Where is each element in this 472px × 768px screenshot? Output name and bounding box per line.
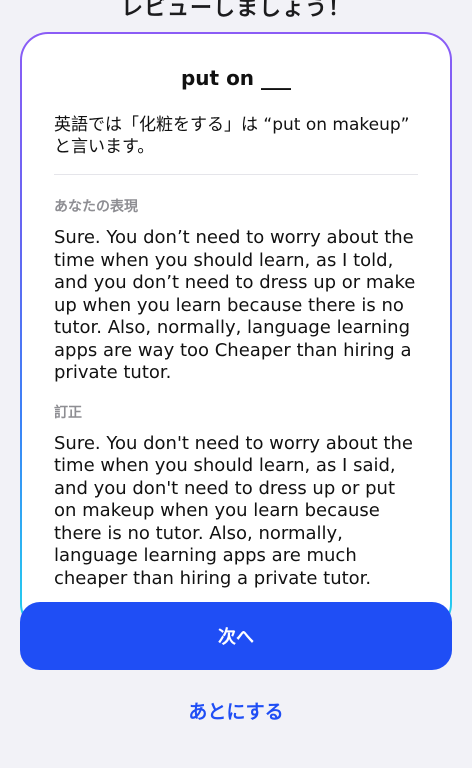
later-link[interactable]: あとにする	[0, 698, 472, 726]
your-expression-text: Sure. You don’t need to worry about the …	[54, 227, 416, 383]
your-expression-label: あなたの表現	[54, 199, 138, 215]
divider	[54, 174, 418, 175]
correction-text: Sure. You don't need to worry about the …	[54, 432, 413, 589]
phrase-explanation: 英語では「化粧をする」は “put on makeup” と言います。	[54, 115, 410, 157]
review-card-content: put on ___ 英語では「化粧をする」は “put on makeup” …	[22, 34, 450, 630]
next-button[interactable]: 次へ	[20, 602, 452, 670]
correction-label: 訂正	[54, 404, 82, 421]
page-title: レビューしましょう！	[120, 0, 351, 21]
phrase-title: put on ___	[180, 66, 292, 90]
review-card: put on ___ 英語では「化粧をする」は “put on makeup” …	[20, 32, 452, 632]
